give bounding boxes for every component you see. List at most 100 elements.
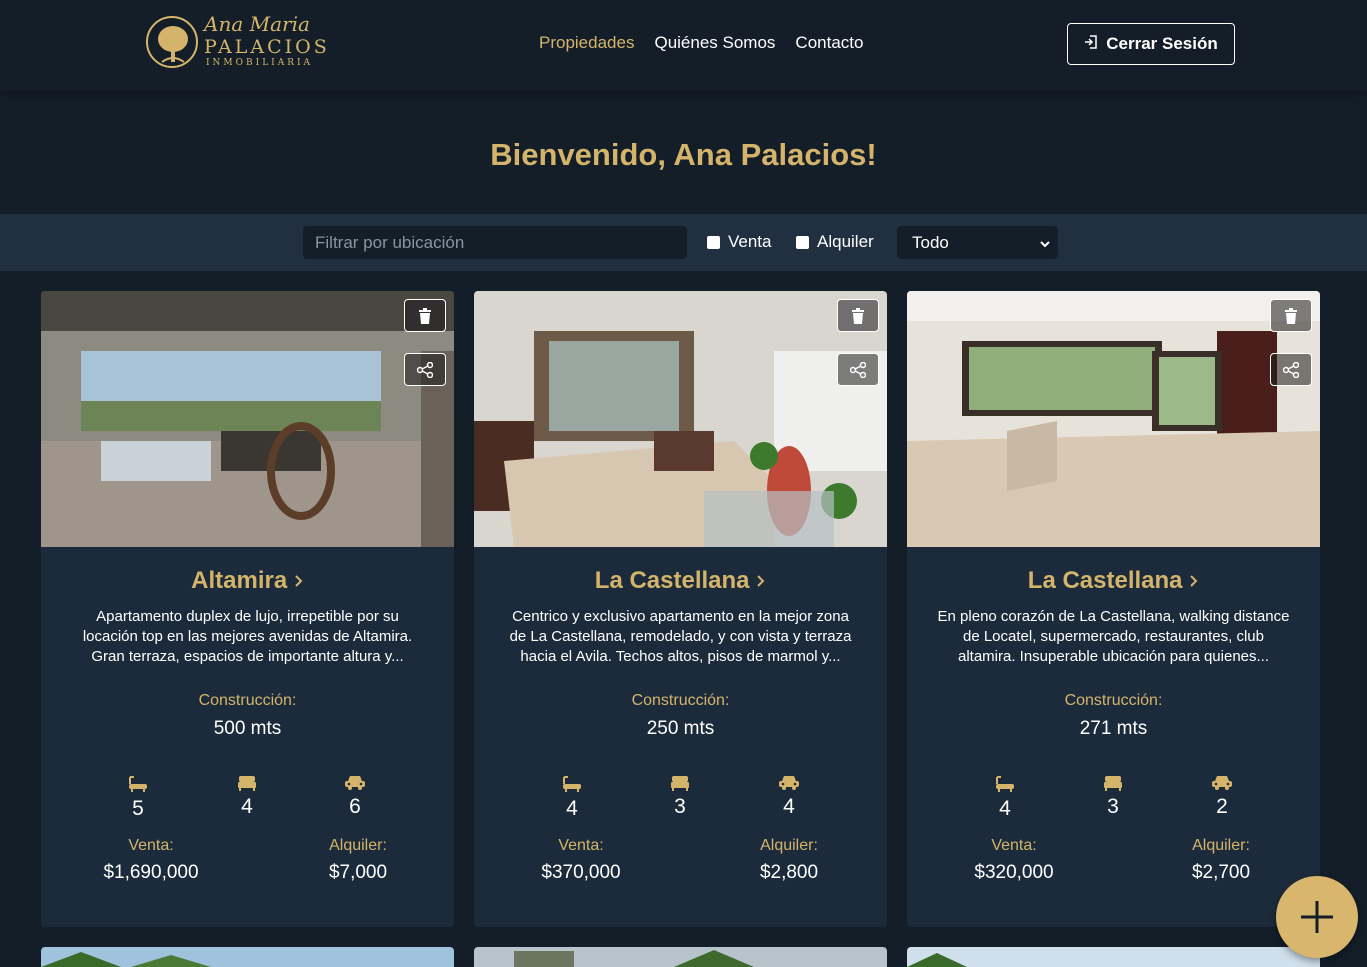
nav-item-propiedades[interactable]: Propiedades	[539, 33, 634, 53]
alquiler-checkbox[interactable]: Alquiler	[796, 233, 874, 251]
property-photo	[474, 947, 887, 967]
sale-price: $370,000	[541, 862, 621, 883]
nav-item-contacto[interactable]: Contacto	[795, 33, 863, 53]
baths-count: 4	[566, 797, 578, 820]
nav-item-quienes-somos[interactable]: Quiénes Somos	[654, 33, 775, 53]
share-icon	[417, 361, 433, 378]
type-select-value: Todo	[912, 232, 949, 252]
construction-value: 271 mts	[1079, 718, 1148, 739]
chevron-down-icon	[1040, 233, 1050, 253]
bathtub-icon	[563, 776, 581, 792]
delete-button[interactable]	[404, 299, 446, 332]
brand-logo[interactable]: Ana Maria PALACIOS INMOBILIARIA	[146, 12, 346, 72]
property-photo[interactable]	[41, 291, 454, 547]
alquiler-checkbox-box[interactable]	[796, 235, 809, 249]
property-photo[interactable]	[474, 291, 887, 547]
beds-feature: 4	[217, 775, 277, 819]
construction-label: Construcción:	[1064, 692, 1163, 709]
brand-name: PALACIOS	[204, 36, 330, 58]
property-card: Altamira Apartamento duplex de lujo, irr…	[41, 291, 454, 927]
sale-label: Venta:	[128, 837, 174, 854]
sale-price: $1,690,000	[103, 862, 199, 883]
sale-label: Venta:	[558, 837, 604, 854]
share-icon	[850, 361, 866, 378]
sale-label: Venta:	[991, 837, 1037, 854]
rent-label: Alquiler:	[329, 837, 387, 854]
beds-feature: 3	[650, 775, 710, 819]
trash-icon	[1285, 307, 1297, 324]
construction-value: 250 mts	[646, 718, 715, 739]
property-title: La Castellana	[594, 567, 750, 594]
logout-button[interactable]: Cerrar Sesión	[1067, 23, 1235, 65]
property-title-link[interactable]: La Castellana	[474, 567, 887, 595]
property-card-partial[interactable]	[907, 947, 1320, 967]
baths-feature: 4	[975, 775, 1035, 821]
bed-icon	[671, 776, 689, 791]
property-description: Centrico y exclusivo apartamento en la m…	[509, 608, 852, 665]
delete-button[interactable]	[1270, 299, 1312, 332]
trash-icon	[852, 307, 864, 324]
plus-icon	[1301, 901, 1333, 933]
car-icon	[1212, 776, 1232, 790]
share-button[interactable]	[1270, 353, 1312, 386]
property-description: En pleno corazón de La Castellana, walki…	[937, 608, 1290, 665]
logout-icon	[1084, 34, 1098, 54]
delete-button[interactable]	[837, 299, 879, 332]
parking-feature: 6	[325, 775, 385, 819]
rent-label: Alquiler:	[1192, 837, 1250, 854]
baths-feature: 5	[108, 775, 168, 821]
baths-count: 5	[132, 797, 144, 820]
location-filter-input[interactable]	[303, 226, 687, 259]
chevron-right-icon	[294, 567, 304, 594]
bathtub-icon	[996, 776, 1014, 792]
tree-icon	[146, 16, 198, 68]
main-nav: Propiedades Quiénes Somos Contacto	[539, 33, 863, 53]
alquiler-checkbox-label: Alquiler	[817, 232, 874, 251]
brand-script: Ana Maria	[204, 12, 310, 36]
brand-subtitle: INMOBILIARIA	[206, 58, 314, 68]
construction-value: 500 mts	[213, 718, 282, 739]
baths-feature: 4	[542, 775, 602, 821]
add-property-button[interactable]	[1276, 876, 1358, 958]
venta-checkbox[interactable]: Venta	[707, 233, 772, 251]
sale-price: $320,000	[974, 862, 1054, 883]
baths-count: 4	[999, 797, 1011, 820]
bed-icon	[238, 776, 256, 791]
venta-checkbox-box[interactable]	[707, 235, 720, 249]
property-photo	[41, 947, 454, 967]
trash-icon	[419, 307, 431, 324]
parking-count: 4	[783, 795, 795, 818]
parking-feature: 2	[1192, 775, 1252, 819]
property-title-link[interactable]: La Castellana	[907, 567, 1320, 595]
property-card-partial[interactable]	[41, 947, 454, 967]
share-button[interactable]	[404, 353, 446, 386]
property-card: La Castellana En pleno corazón de La Cas…	[907, 291, 1320, 927]
rent-price: $7,000	[328, 862, 388, 883]
site-header: Ana Maria PALACIOS INMOBILIARIA Propieda…	[0, 0, 1367, 90]
property-card: La Castellana Centrico y exclusivo apart…	[474, 291, 887, 927]
beds-count: 4	[241, 795, 253, 818]
parking-count: 2	[1216, 795, 1228, 818]
beds-count: 3	[674, 795, 686, 818]
property-title-link[interactable]: Altamira	[41, 567, 454, 595]
beds-feature: 3	[1083, 775, 1143, 819]
beds-count: 3	[1107, 795, 1119, 818]
property-title: La Castellana	[1027, 567, 1183, 594]
venta-checkbox-label: Venta	[728, 232, 772, 251]
parking-feature: 4	[759, 775, 819, 819]
bed-icon	[1104, 776, 1122, 791]
chevron-right-icon	[1189, 567, 1199, 594]
bathtub-icon	[129, 776, 147, 792]
property-photo	[907, 947, 1320, 967]
rent-price: $2,800	[759, 862, 819, 883]
filter-bar: Venta Alquiler Todo	[0, 214, 1367, 271]
type-select[interactable]: Todo	[897, 226, 1058, 259]
property-photo[interactable]	[907, 291, 1320, 547]
property-card-partial[interactable]	[474, 947, 887, 967]
construction-label: Construcción:	[198, 692, 297, 709]
welcome-heading: Bienvenido, Ana Palacios!	[490, 137, 877, 172]
property-description: Apartamento duplex de lujo, irrepetible …	[82, 608, 413, 665]
car-icon	[779, 776, 799, 790]
share-button[interactable]	[837, 353, 879, 386]
parking-count: 6	[349, 795, 361, 818]
